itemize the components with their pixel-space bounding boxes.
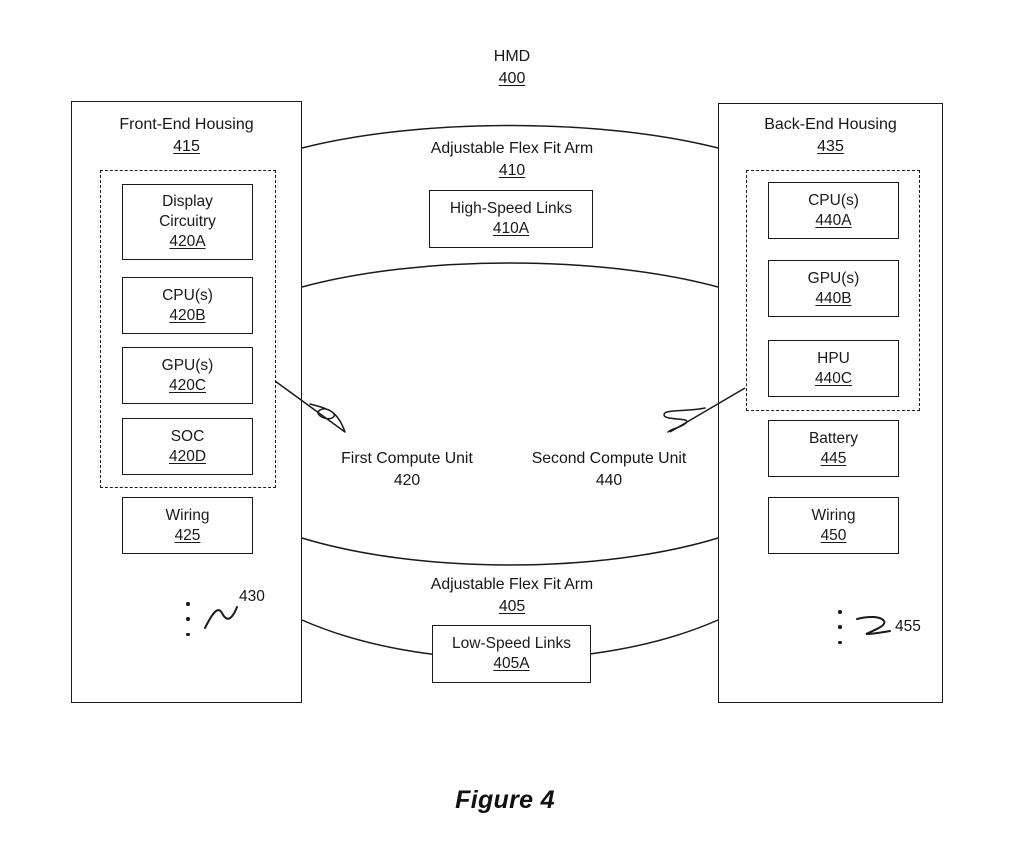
component-front-gpu-label: GPU(s) [161, 356, 214, 374]
front-more-marker-number: 430 [239, 588, 265, 605]
back-end-housing-number: 435 [817, 138, 844, 156]
bottom-flex-arm-title-block: Adjustable Flex Fit Arm 405 [398, 574, 626, 618]
hmd-title-block: HMD 400 [434, 46, 590, 90]
front-end-housing-number: 415 [173, 138, 200, 156]
back-end-housing-title-block: Back-End Housing 435 [723, 114, 938, 158]
first-compute-unit-label-block: First Compute Unit 420 [313, 448, 501, 493]
component-front-wiring[interactable]: Wiring 425 [122, 497, 253, 554]
figure-canvas: HMD 400 Front-End Housing 415 Display Ci… [0, 0, 1009, 847]
component-display-circuitry-line1: Display [162, 193, 213, 211]
component-back-gpu-label: GPU(s) [807, 269, 860, 287]
component-back-wiring[interactable]: Wiring 450 [768, 497, 899, 554]
front-end-housing-title: Front-End Housing [119, 116, 254, 133]
component-back-cpu-number: 440A [815, 211, 852, 229]
component-display-circuitry-line2: Circuitry [159, 213, 216, 231]
component-back-cpu[interactable]: CPU(s) 440A [768, 182, 899, 239]
high-speed-links-label: High-Speed Links [449, 200, 573, 218]
component-battery-label: Battery [808, 429, 859, 447]
first-compute-unit-number: 420 [393, 472, 421, 490]
component-front-wiring-number: 425 [174, 526, 201, 544]
second-compute-unit-number: 440 [595, 472, 623, 490]
component-front-cpu-label: CPU(s) [162, 286, 213, 304]
hmd-title: HMD [493, 48, 531, 65]
top-flex-arm-title: Adjustable Flex Fit Arm [430, 140, 594, 157]
second-compute-unit-label: Second Compute Unit [531, 450, 687, 467]
low-speed-links-label: Low-Speed Links [452, 635, 571, 653]
low-speed-links-number: 405A [493, 655, 530, 672]
component-front-cpu-number: 420B [169, 306, 206, 324]
component-back-wiring-label: Wiring [811, 506, 856, 524]
front-end-housing-title-block: Front-End Housing 415 [76, 114, 297, 158]
component-back-hpu[interactable]: HPU 440C [768, 340, 899, 397]
component-back-hpu-label: HPU [817, 349, 850, 367]
component-display-circuitry-number: 420A [169, 232, 206, 250]
hmd-number: 400 [498, 70, 526, 88]
back-end-housing-title: Back-End Housing [764, 116, 897, 133]
component-front-wiring-label: Wiring [165, 506, 210, 524]
component-front-soc[interactable]: SOC 420D [122, 418, 253, 475]
component-back-gpu-number: 440B [815, 289, 852, 307]
component-back-cpu-label: CPU(s) [808, 191, 859, 209]
component-front-gpu-number: 420C [168, 376, 207, 394]
component-front-cpu[interactable]: CPU(s) 420B [122, 277, 253, 334]
component-back-hpu-number: 440C [814, 369, 853, 387]
back-more-marker-number: 455 [895, 618, 921, 635]
top-flex-arm-title-block: Adjustable Flex Fit Arm 410 [398, 138, 626, 182]
bottom-flex-arm-title: Adjustable Flex Fit Arm [430, 576, 594, 593]
second-compute-unit-label-block: Second Compute Unit 440 [513, 448, 705, 493]
component-front-soc-label: SOC [170, 427, 205, 445]
front-more-ellipsis [185, 602, 191, 636]
figure-caption: Figure 4 [455, 786, 555, 814]
component-battery[interactable]: Battery 445 [768, 420, 899, 477]
low-speed-links-box[interactable]: Low-Speed Links 405A [432, 625, 591, 683]
top-flex-arm-number: 410 [498, 161, 526, 179]
component-back-gpu[interactable]: GPU(s) 440B [768, 260, 899, 317]
back-more-ellipsis [837, 610, 843, 644]
component-back-wiring-number: 450 [820, 526, 847, 544]
component-front-soc-number: 420D [168, 447, 207, 465]
bottom-flex-arm-number: 405 [498, 597, 526, 615]
component-battery-number: 445 [820, 449, 847, 467]
high-speed-links-number: 410A [492, 220, 530, 237]
component-display-circuitry[interactable]: Display Circuitry 420A [122, 184, 253, 260]
first-compute-unit-label: First Compute Unit [341, 450, 473, 467]
high-speed-links-box[interactable]: High-Speed Links 410A [429, 190, 593, 248]
component-front-gpu[interactable]: GPU(s) 420C [122, 347, 253, 404]
